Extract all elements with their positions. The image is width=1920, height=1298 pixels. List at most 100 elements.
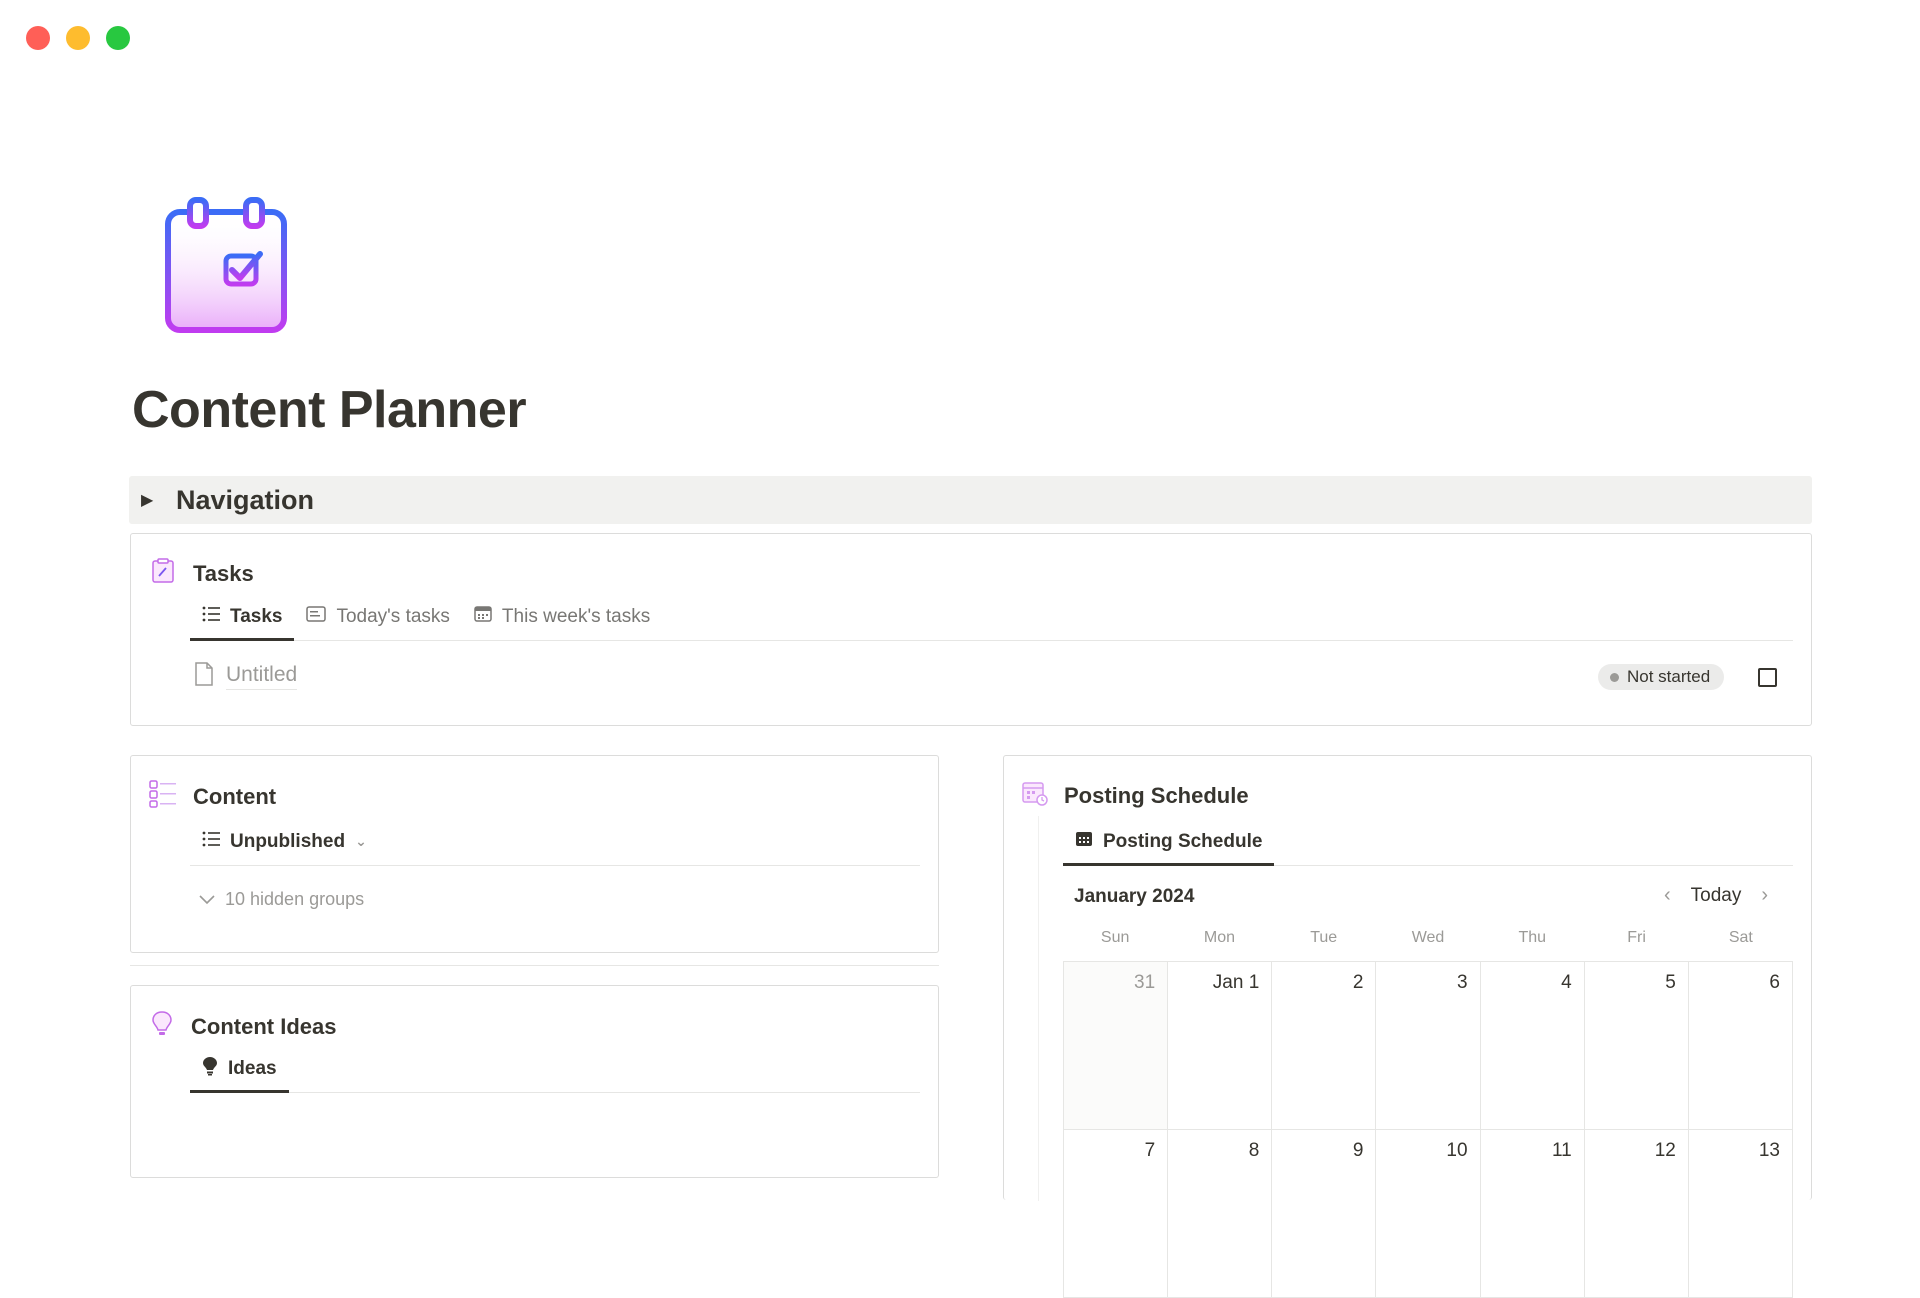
list-icon xyxy=(202,831,220,853)
calendar-day-number: 6 xyxy=(1769,972,1780,993)
close-window-button[interactable] xyxy=(26,26,50,50)
weekday-label: Tue xyxy=(1310,929,1338,946)
calendar-day-cell[interactable]: 4 xyxy=(1480,962,1585,1130)
posting-schedule-card: Posting Schedule Posting Schedule Januar… xyxy=(1003,755,1812,1298)
lightbulb-icon xyxy=(151,1010,173,1043)
status-label: Not started xyxy=(1627,667,1711,686)
calendar-day-number: 13 xyxy=(1758,1140,1780,1161)
window-controls xyxy=(26,26,130,50)
section-divider xyxy=(130,965,939,966)
calendar-icon xyxy=(474,605,492,628)
board-icon xyxy=(306,605,327,628)
calendar-day-number: 3 xyxy=(1456,972,1468,993)
weekday-label: Thu xyxy=(1518,929,1547,946)
calendar-day-cell[interactable]: 12 xyxy=(1584,1130,1689,1298)
tab-this-weeks-tasks[interactable]: This week's tasks xyxy=(462,593,662,640)
calendar-day-cell[interactable]: 2 xyxy=(1272,962,1377,1130)
view-unpublished-dropdown[interactable]: Unpublished ⌄ xyxy=(190,818,379,865)
tab-posting-schedule[interactable]: Posting Schedule xyxy=(1063,818,1275,866)
calendar-day-number: 31 xyxy=(1134,972,1156,993)
calendar-day-cell[interactable]: 8 xyxy=(1168,1130,1273,1298)
tasks-header: Tasks xyxy=(151,558,254,589)
calendar-day-cell[interactable]: 3 xyxy=(1376,962,1481,1130)
zoom-window-button[interactable] xyxy=(106,26,130,50)
tab-ideas[interactable]: Ideas xyxy=(190,1045,289,1093)
hidden-groups-toggle[interactable]: 10 hidden groups xyxy=(199,889,364,910)
tab-tasks[interactable]: Tasks xyxy=(190,593,295,641)
weekday-label: Mon xyxy=(1203,929,1235,946)
calendar-day-number: 4 xyxy=(1561,972,1572,993)
tab-tasks-label: Tasks xyxy=(230,605,283,627)
content-header: Content xyxy=(149,780,276,813)
tab-this-weeks-tasks-label: This week's tasks xyxy=(501,605,651,627)
status-dot xyxy=(1610,672,1619,682)
weekday-label: Sat xyxy=(1728,929,1753,946)
calendar-weekdays: Sun Mon Tue Wed Thu Fri Sat xyxy=(1063,929,1793,947)
tab-posting-schedule-label: Posting Schedule xyxy=(1103,830,1263,852)
content-card: Content Unpublished ⌄ 10 hidden groups xyxy=(130,755,939,953)
calendar-month-title: January 2024 xyxy=(1074,886,1195,907)
chevron-down-icon: ⌄ xyxy=(355,833,367,849)
content-ideas-title: Content Ideas xyxy=(191,1013,337,1039)
calendar-day-cell[interactable]: 5 xyxy=(1584,962,1689,1130)
calendar-day-cell[interactable]: 13 xyxy=(1688,1130,1793,1298)
content-ideas-header: Content Ideas xyxy=(151,1010,336,1043)
posting-schedule-tabs: Posting Schedule xyxy=(1063,818,1793,866)
hidden-groups-label: 10 hidden groups xyxy=(225,889,365,909)
page-title: Content Planner xyxy=(132,381,527,439)
weekday-label: Fri xyxy=(1627,929,1646,946)
calendar-icon xyxy=(1075,831,1093,853)
calendar-check-icon[interactable] xyxy=(160,192,292,340)
tasks-card: Tasks Tasks Today's tasks This week's ta… xyxy=(130,533,1812,726)
checklist-icon xyxy=(151,558,175,589)
tab-todays-tasks-label: Today's tasks xyxy=(336,605,450,627)
calendar-day-cell[interactable]: 11 xyxy=(1480,1130,1585,1298)
calendar-day-cell[interactable]: 10 xyxy=(1376,1130,1481,1298)
weekday-label: Wed xyxy=(1411,929,1445,946)
card-side-line xyxy=(1038,816,1039,1201)
calendar-day-number: 8 xyxy=(1248,1140,1260,1161)
calendar-day-cell[interactable]: 31 xyxy=(1064,962,1169,1130)
calendar-day-number: 2 xyxy=(1352,972,1364,993)
page-icon xyxy=(194,662,214,691)
calendar-today-button[interactable]: Today xyxy=(1691,885,1742,907)
posting-schedule-header: Posting Schedule xyxy=(1022,780,1249,811)
task-row[interactable]: Untitled xyxy=(194,662,298,691)
content-title: Content xyxy=(193,783,277,809)
content-ideas-tabs: Ideas xyxy=(190,1045,920,1093)
content-ideas-card: Content Ideas Ideas xyxy=(130,985,939,1178)
calendar-day-number: 9 xyxy=(1352,1140,1364,1161)
calendar-day-number: 5 xyxy=(1665,972,1676,993)
calendar-navigation: ‹ Today › xyxy=(1664,884,1768,907)
chevron-left-icon[interactable]: ‹ xyxy=(1664,884,1671,907)
calendar-day-number: 12 xyxy=(1654,1140,1676,1161)
calendar-grid: 31 Jan 1 2 3 4 5 6 7 8 9 10 11 12 13 xyxy=(1063,961,1793,1298)
chevron-down-icon xyxy=(199,889,215,910)
chevron-right-icon[interactable]: › xyxy=(1761,884,1768,907)
tab-ideas-label: Ideas xyxy=(228,1057,277,1079)
minimize-window-button[interactable] xyxy=(66,26,90,50)
view-unpublished-label: Unpublished xyxy=(230,830,346,852)
calendar-day-cell[interactable]: Jan 1 xyxy=(1168,962,1273,1130)
task-title[interactable]: Untitled xyxy=(226,663,298,690)
posting-schedule-title: Posting Schedule xyxy=(1064,782,1249,808)
calendar-day-cell[interactable]: 6 xyxy=(1688,962,1793,1130)
list-icon xyxy=(202,606,220,628)
calendar-day-cell[interactable]: 9 xyxy=(1272,1130,1377,1298)
tasks-tabs: Tasks Today's tasks This week's tasks xyxy=(190,593,1793,641)
status-badge[interactable]: Not started xyxy=(1598,664,1725,690)
task-done-checkbox[interactable] xyxy=(1758,668,1777,687)
weekday-label: Sun xyxy=(1100,929,1130,946)
calendar-day-number: Jan 1 xyxy=(1212,972,1260,993)
list-detail-icon xyxy=(149,780,177,813)
calendar-icon xyxy=(1022,780,1048,811)
navigation-label: Navigation xyxy=(176,484,315,515)
calendar-day-number: 10 xyxy=(1446,1140,1468,1161)
calendar-day-number: 11 xyxy=(1551,1140,1572,1161)
triangle-right-icon[interactable]: ▶ xyxy=(141,490,163,510)
tab-todays-tasks[interactable]: Today's tasks xyxy=(294,593,461,640)
navigation-toggle[interactable]: ▶ Navigation xyxy=(129,476,1812,524)
calendar-day-number: 7 xyxy=(1144,1140,1156,1161)
calendar-day-cell[interactable]: 7 xyxy=(1064,1130,1169,1298)
lightbulb-icon xyxy=(202,1056,218,1082)
